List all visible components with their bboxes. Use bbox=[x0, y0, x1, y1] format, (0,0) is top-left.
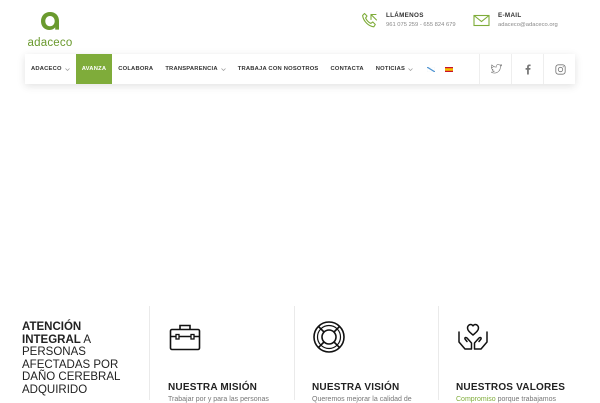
chevron-down-icon bbox=[64, 67, 70, 71]
nav-item-trabaja-con-nosotros[interactable]: TRABAJA CON NOSOTROS bbox=[232, 54, 325, 84]
nav-item-avanza[interactable]: AVANZA bbox=[75, 54, 113, 84]
feature-mision: NUESTRA MISIÓN Trabajar por y para las p… bbox=[168, 306, 308, 403]
features-section: ATENCIÓN INTEGRAL A PERSONAS AFECTADAS P… bbox=[0, 306, 600, 403]
feature-title: NUESTRA MISIÓN bbox=[168, 382, 258, 393]
nav-item-adaceco[interactable]: ADACECO bbox=[25, 54, 76, 84]
nav-item-label: ADACECO bbox=[31, 66, 62, 72]
email-value: adaceco@adaceco.org bbox=[498, 22, 558, 28]
feature-title: NUESTROS VALORES bbox=[456, 382, 566, 393]
logo-mark-icon bbox=[41, 12, 59, 30]
twitter-link[interactable] bbox=[479, 54, 512, 84]
logo[interactable]: adaceco bbox=[24, 11, 76, 49]
nav-item-label: TRABAJA CON NOSOTROS bbox=[237, 66, 319, 72]
main-navbar: ADACECO AVANZA COLABORA TRANSPARENCIA TR… bbox=[25, 54, 575, 84]
nav-item-label: COLABORA bbox=[118, 66, 154, 72]
facebook-link[interactable] bbox=[511, 54, 544, 84]
galician-flag-icon[interactable] bbox=[427, 66, 436, 72]
nav-item-label: NOTICIAS bbox=[375, 66, 406, 72]
twitter-icon bbox=[490, 64, 502, 74]
email-title: E-MAIL bbox=[498, 12, 522, 19]
column-divider bbox=[149, 306, 150, 400]
phone-title: LLÁMENOS bbox=[386, 12, 424, 19]
spanish-flag-icon[interactable] bbox=[445, 66, 454, 72]
contact-email[interactable]: E-MAIL adaceco@adaceco.org bbox=[473, 12, 558, 29]
instagram-link[interactable] bbox=[543, 54, 576, 84]
logo-text: adaceco bbox=[27, 37, 73, 49]
nav-item-label: CONTACTA bbox=[330, 66, 364, 72]
intro-heading-bold: ATENCIÓN INTEGRAL bbox=[22, 321, 82, 346]
chevron-down-icon bbox=[408, 67, 413, 71]
intro-heading: ATENCIÓN INTEGRAL A PERSONAS AFECTADAS P… bbox=[22, 321, 142, 396]
nav-item-transparencia[interactable]: TRANSPARENCIA bbox=[159, 54, 231, 84]
nav-menu: ADACECO AVANZA COLABORA TRANSPARENCIA TR… bbox=[25, 54, 458, 84]
lifebuoy-icon bbox=[313, 321, 345, 353]
nav-item-label: TRANSPARENCIA bbox=[165, 66, 218, 72]
feature-vision: NUESTRA VISIÓN Queremos mejorar la calid… bbox=[312, 306, 452, 403]
instagram-icon bbox=[554, 63, 566, 75]
top-bar: adaceco LLÁMENOS 961 075 259 - 655 824 6… bbox=[0, 0, 600, 52]
nav-item-colabora[interactable]: COLABORA bbox=[112, 54, 159, 84]
phone-icon bbox=[362, 12, 378, 28]
chevron-down-icon bbox=[220, 67, 226, 71]
nav-item-contacta[interactable]: CONTACTA bbox=[325, 54, 370, 84]
nav-item-label: AVANZA bbox=[81, 66, 107, 72]
heart-hands-icon bbox=[458, 323, 488, 350]
feature-valores: NUESTROS VALORES Compromiso porque traba… bbox=[456, 306, 596, 403]
contact-phone[interactable]: LLÁMENOS 961 075 259 - 655 824 679 bbox=[361, 12, 456, 29]
facebook-icon bbox=[525, 63, 531, 74]
briefcase-icon bbox=[169, 324, 201, 351]
nav-item-noticias[interactable]: NOTICIAS bbox=[370, 54, 419, 84]
mail-icon bbox=[473, 14, 490, 27]
feature-title: NUESTRA VISIÓN bbox=[312, 382, 400, 393]
phone-value: 961 075 259 - 655 824 679 bbox=[386, 22, 456, 28]
